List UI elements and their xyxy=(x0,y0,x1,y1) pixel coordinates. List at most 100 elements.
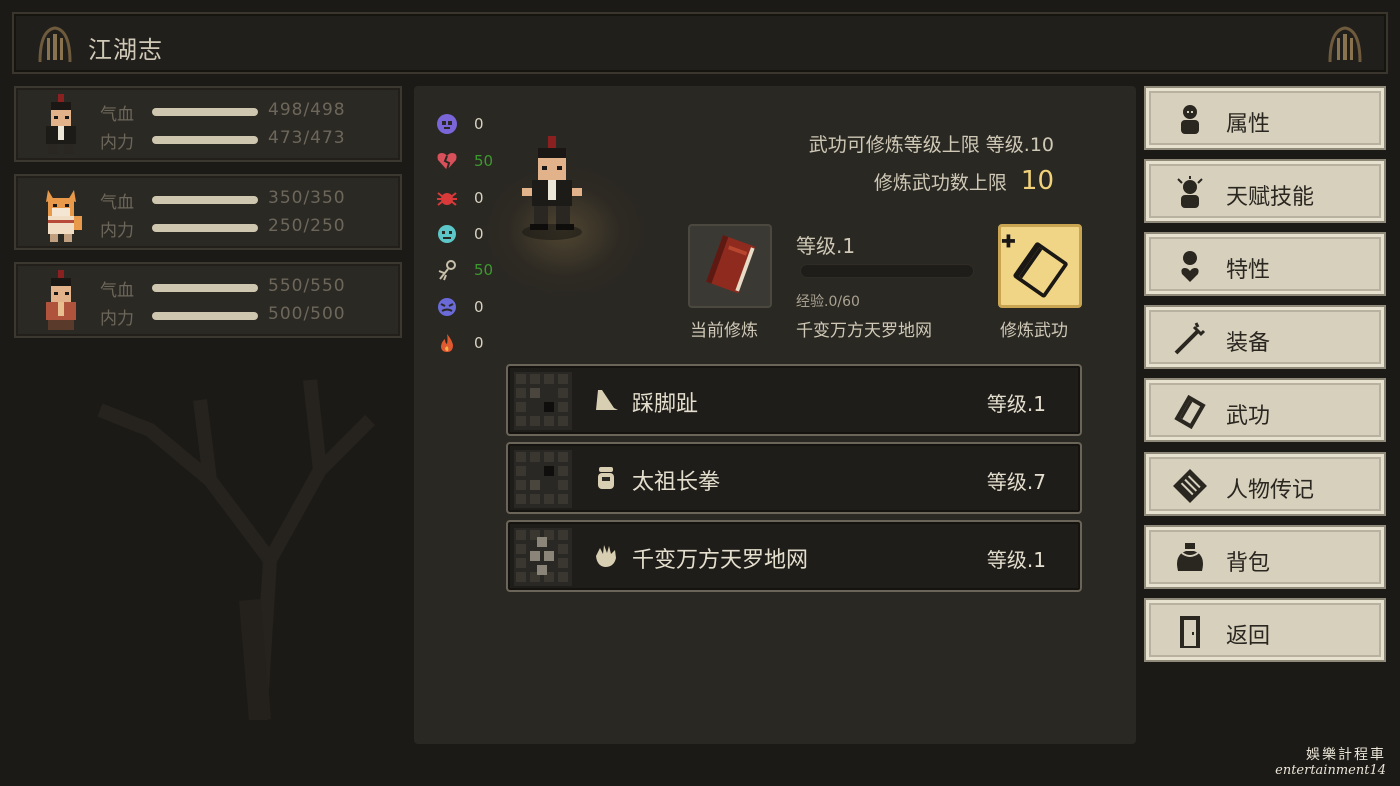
resistance-value: 0 xyxy=(474,225,484,243)
talent-skill-icon xyxy=(1177,176,1203,208)
menu-bag-button[interactable]: 背包 xyxy=(1144,525,1386,589)
martial-arts-icon xyxy=(1174,394,1206,430)
resistance-value: 0 xyxy=(474,189,484,207)
menu-biography-button[interactable]: 人物传记 xyxy=(1144,452,1386,516)
flame-icon xyxy=(441,334,453,352)
skill-grid-icon xyxy=(514,450,572,508)
hp-value: 498/498 xyxy=(268,100,346,120)
menu-label: 返回 xyxy=(1226,624,1271,649)
exp-text: 经验.0/60 xyxy=(796,294,860,310)
current-training-label: 当前修炼 xyxy=(690,321,758,341)
max-level-label: 武功可修炼等级上限 xyxy=(808,134,980,156)
mp-bar xyxy=(152,136,258,144)
menu-label: 属性 xyxy=(1226,112,1271,137)
mp-value: 473/473 xyxy=(268,128,346,148)
title-bar: 江湖志 xyxy=(12,12,1388,74)
party-member-card[interactable]: 气血 498/498 内力 473/473 xyxy=(14,86,402,162)
hp-bar xyxy=(152,284,258,292)
return-icon xyxy=(1180,616,1200,648)
menu-attributes-button[interactable]: 属性 xyxy=(1144,86,1386,150)
skill-name: 踩脚趾 xyxy=(632,392,699,417)
mp-value: 500/500 xyxy=(268,304,346,324)
max-level-value: 等级.10 xyxy=(985,134,1054,156)
dizzy-face-icon xyxy=(438,298,456,316)
resistance-row: 0 xyxy=(436,293,484,321)
resistance-row: 0 xyxy=(436,329,484,357)
skull-icon xyxy=(437,114,457,134)
menu-label: 特性 xyxy=(1226,258,1271,283)
mp-bar xyxy=(152,224,258,232)
red-book-icon xyxy=(706,235,756,294)
max-count-label: 修炼武功数上限 xyxy=(873,172,1007,194)
biography-icon xyxy=(1173,469,1207,503)
page-title: 江湖志 xyxy=(88,36,163,64)
menu-return-button[interactable]: 返回 xyxy=(1144,598,1386,662)
watermark-line-1: 娛樂計程車 xyxy=(1306,747,1386,764)
mp-value: 250/250 xyxy=(268,216,346,236)
mp-bar xyxy=(152,312,258,320)
hp-label: 气血 xyxy=(100,193,134,213)
train-martial-arts-button[interactable] xyxy=(998,224,1082,308)
skill-level: 等级.1 xyxy=(986,392,1046,416)
exp-bar xyxy=(800,264,974,278)
skill-row[interactable]: 踩脚趾 等级.1 xyxy=(506,364,1082,436)
resistance-row: 0 xyxy=(436,110,484,138)
background-tree xyxy=(97,379,375,720)
menu-martial-arts-button[interactable]: 武功 xyxy=(1144,378,1386,442)
party-member-card[interactable]: 气血 350/350 内力 250/250 xyxy=(14,174,402,250)
ornament-icon xyxy=(38,26,72,63)
mp-label: 内力 xyxy=(100,221,134,241)
skill-level: 等级.1 xyxy=(986,548,1046,572)
mp-label: 内力 xyxy=(100,309,134,329)
skill-name: 太祖长拳 xyxy=(632,470,721,495)
watermark-line-2: entertainment14 xyxy=(1275,762,1386,778)
hp-bar xyxy=(152,108,258,116)
spider-icon xyxy=(437,192,457,206)
menu-label: 人物传记 xyxy=(1226,478,1315,503)
mp-label: 内力 xyxy=(100,133,134,153)
martial-arts-panel: 0 50 0 0 50 0 0 武功可修炼等级上限 等级.10 xyxy=(414,86,1136,744)
max-count-value: 10 xyxy=(1020,166,1054,196)
max-count-info: 修炼武功数上限 10 xyxy=(874,166,1054,196)
menu-talent-skill-button[interactable]: 天赋技能 xyxy=(1144,159,1386,223)
menu-trait-button[interactable]: 特性 xyxy=(1144,232,1386,296)
hp-value: 350/350 xyxy=(268,188,346,208)
fox-companion-portrait-icon xyxy=(46,190,82,242)
skill-grid-icon xyxy=(514,372,572,430)
equipment-icon xyxy=(1174,322,1206,355)
current-training-slot[interactable] xyxy=(688,224,772,308)
max-level-info: 武功可修炼等级上限 等级.10 xyxy=(809,130,1054,157)
menu-label: 装备 xyxy=(1226,331,1271,356)
ornament-icon xyxy=(1328,26,1362,63)
skill-level: 等级.7 xyxy=(986,470,1046,494)
frost-face-icon xyxy=(438,225,456,243)
hp-label: 气血 xyxy=(100,105,134,125)
palm-icon xyxy=(596,545,616,567)
resistance-row: 0 xyxy=(436,184,484,212)
hero-sprite xyxy=(522,136,582,240)
menu-label: 武功 xyxy=(1226,404,1271,429)
current-level: 等级.1 xyxy=(796,234,856,258)
hp-label: 气血 xyxy=(100,281,134,301)
bag-icon xyxy=(1177,543,1203,571)
kick-icon xyxy=(596,390,618,410)
broken-heart-icon xyxy=(437,153,457,171)
watermark: 娛樂計程車 entertainment14 xyxy=(1275,747,1386,778)
hero-portrait-icon xyxy=(46,94,76,154)
menu-equipment-button[interactable]: 装备 xyxy=(1144,305,1386,369)
current-skill-name: 千变万方天罗地网 xyxy=(796,321,932,341)
hp-value: 550/550 xyxy=(268,276,346,296)
resistance-row: 0 xyxy=(436,220,484,248)
monk-companion-portrait-icon xyxy=(46,270,76,330)
hp-bar xyxy=(152,196,258,204)
resistance-value: 0 xyxy=(474,298,484,316)
skill-row[interactable]: 千变万方天罗地网 等级.1 xyxy=(506,520,1082,592)
menu-label: 天赋技能 xyxy=(1226,185,1315,210)
menu-label: 背包 xyxy=(1226,551,1271,576)
skill-row[interactable]: 太祖长拳 等级.7 xyxy=(506,442,1082,514)
party-member-card[interactable]: 气血 550/550 内力 500/500 xyxy=(14,262,402,338)
resistance-value: 0 xyxy=(474,115,484,133)
fist-icon xyxy=(598,467,614,489)
trait-icon xyxy=(1181,251,1199,282)
attributes-icon xyxy=(1181,105,1199,134)
